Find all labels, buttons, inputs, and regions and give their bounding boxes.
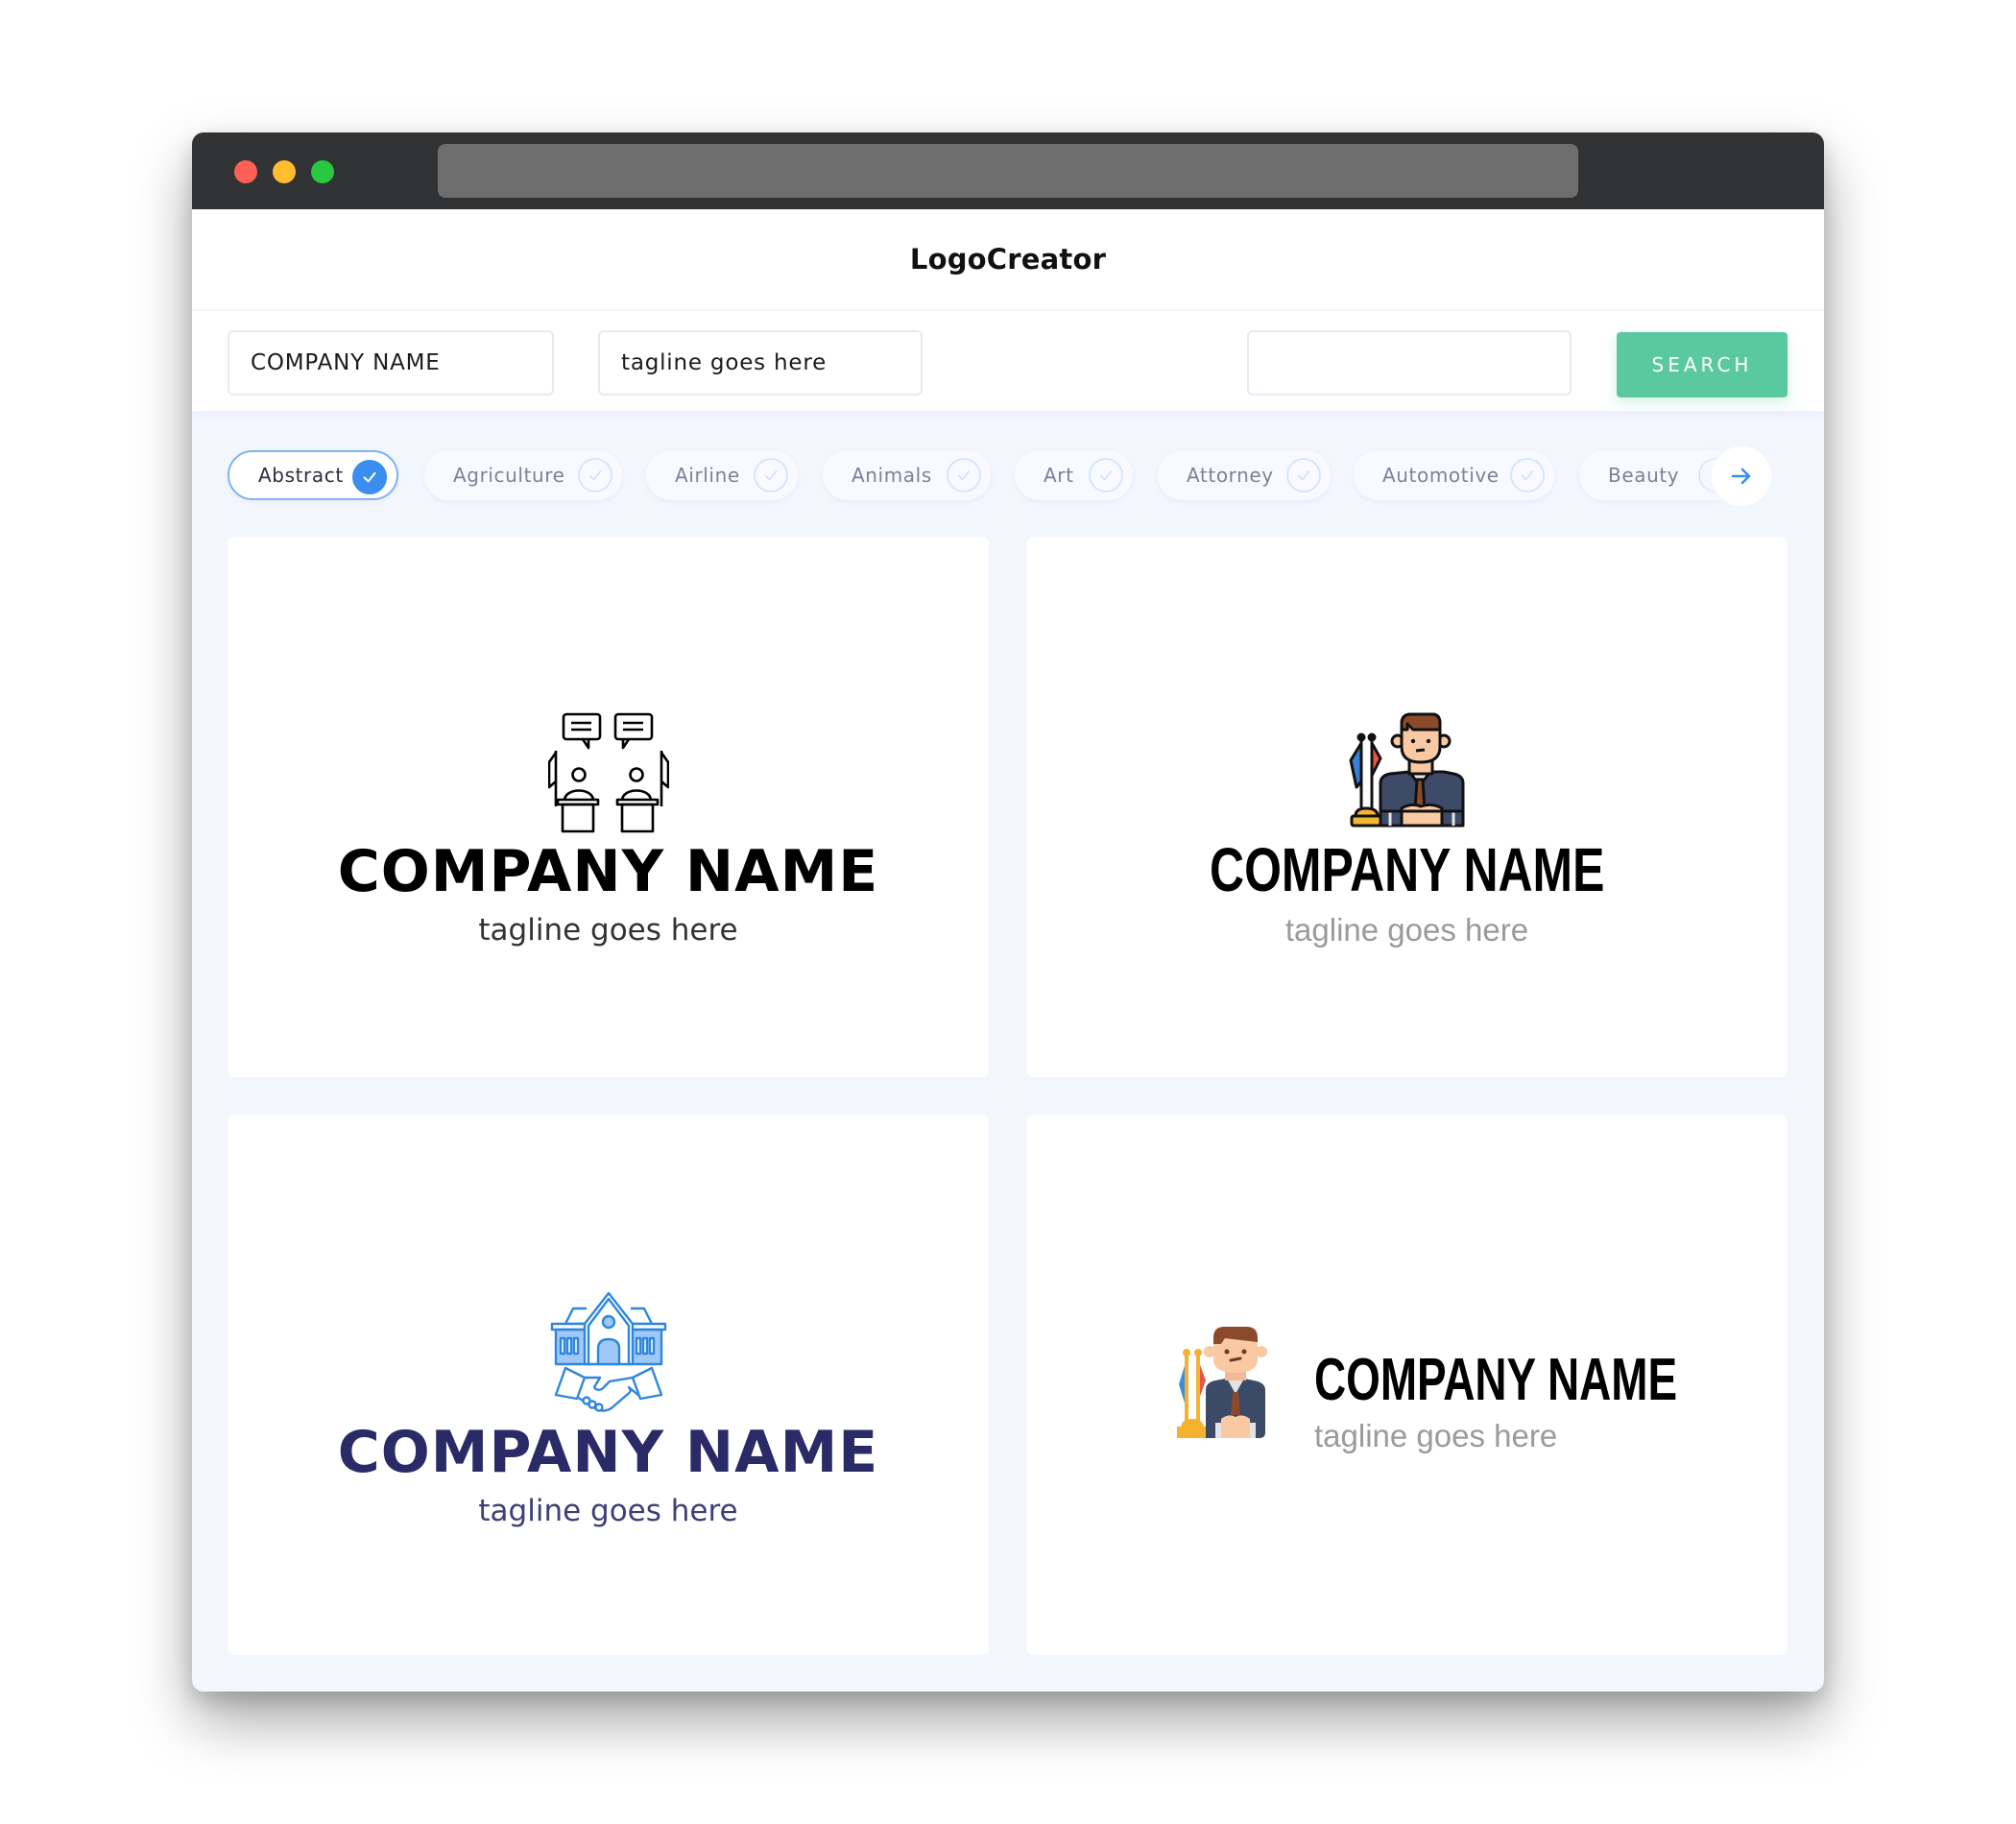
category-filter-bar: Abstract Agriculture Airline Animals Art xyxy=(192,436,1824,522)
maximize-window-button[interactable] xyxy=(311,160,334,183)
category-label: Beauty xyxy=(1608,464,1680,487)
logo-text-group: COMPANY NAME tagline goes here xyxy=(1314,1351,1765,1452)
debate-podiums-icon xyxy=(547,712,669,833)
category-label: Animals xyxy=(852,464,932,487)
checkmark-icon xyxy=(352,460,387,494)
title-bar xyxy=(192,132,1824,209)
next-categories-button[interactable] xyxy=(1712,446,1771,506)
logo-tagline: tagline goes here xyxy=(1314,1418,1558,1453)
logo-company-name: COMPANY NAME xyxy=(1314,1347,1678,1413)
logo-card[interactable]: COMPANY NAME tagline goes here xyxy=(1026,537,1788,1077)
company-name-input[interactable]: COMPANY NAME xyxy=(228,330,554,396)
logo-tagline: tagline goes here xyxy=(478,913,738,948)
logo-card[interactable]: COMPANY NAME tagline goes here xyxy=(228,537,989,1077)
category-pill-agriculture[interactable]: Agriculture xyxy=(424,450,622,500)
logo-preview: COMPANY NAME tagline goes here xyxy=(228,712,989,946)
checkmark-icon xyxy=(1286,458,1321,492)
arrow-right-icon xyxy=(1731,468,1751,485)
category-pill-art[interactable]: Art xyxy=(1015,450,1133,500)
minimize-window-button[interactable] xyxy=(273,160,296,183)
category-label: Agriculture xyxy=(453,464,565,487)
brand-logo[interactable]: LogoCreator xyxy=(910,243,1106,276)
category-label: Art xyxy=(1044,464,1074,487)
search-button[interactable]: SEARCH xyxy=(1617,332,1788,397)
logo-company-name: COMPANY NAME xyxy=(337,838,879,905)
close-window-button[interactable] xyxy=(234,160,257,183)
logo-preview: COMPANY NAME tagline goes here xyxy=(1026,712,1788,946)
logo-preview: COMPANY NAME tagline goes here xyxy=(228,1291,989,1526)
building-handshake-icon xyxy=(550,1291,666,1412)
logo-company-name: COMPANY NAME xyxy=(1209,835,1605,904)
politician-flat-icon xyxy=(1177,1327,1267,1438)
tagline-input[interactable]: tagline goes here xyxy=(598,330,923,396)
checkmark-icon xyxy=(1510,458,1545,492)
checkmark-icon xyxy=(947,458,981,492)
category-label: Abstract xyxy=(258,464,344,487)
category-label: Automotive xyxy=(1382,464,1500,487)
checkmark-icon xyxy=(578,458,612,492)
politician-outline-icon xyxy=(1349,712,1464,828)
app-header: LogoCreator xyxy=(192,209,1824,309)
checkmark-icon xyxy=(1089,458,1123,492)
category-pill-airline[interactable]: Airline xyxy=(646,450,798,500)
browser-window: LogoCreator COMPANY NAME tagline goes he… xyxy=(192,132,1824,1692)
category-pill-attorney[interactable]: Attorney xyxy=(1158,450,1331,500)
logo-tagline: tagline goes here xyxy=(478,1494,738,1528)
category-label: Airline xyxy=(675,464,740,487)
category-label: Attorney xyxy=(1187,464,1274,487)
keyword-input[interactable] xyxy=(1247,330,1572,396)
address-bar[interactable] xyxy=(438,144,1578,198)
logo-company-name: COMPANY NAME xyxy=(337,1419,879,1486)
logo-tagline: tagline goes here xyxy=(1284,912,1529,948)
search-bar: COMPANY NAME tagline goes here SEARCH xyxy=(192,311,1824,411)
logo-card[interactable]: COMPANY NAME tagline goes here xyxy=(1026,1115,1788,1655)
checkmark-icon xyxy=(754,458,788,492)
category-pill-abstract[interactable]: Abstract xyxy=(228,450,398,500)
category-pill-automotive[interactable]: Automotive xyxy=(1354,450,1554,500)
logo-card[interactable]: COMPANY NAME tagline goes here xyxy=(228,1115,989,1655)
category-pill-animals[interactable]: Animals xyxy=(823,450,991,500)
